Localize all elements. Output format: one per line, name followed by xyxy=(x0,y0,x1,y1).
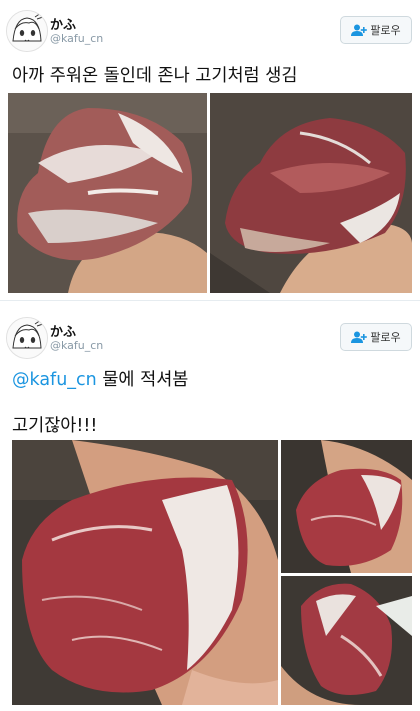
author-handle[interactable]: @kafu_cn xyxy=(50,339,103,352)
add-user-icon xyxy=(351,331,368,343)
author-name[interactable]: かふ xyxy=(50,14,76,33)
rock-photo-2[interactable] xyxy=(210,93,412,293)
follow-button[interactable]: 팔로우 xyxy=(340,16,412,44)
author-handle[interactable]: @kafu_cn xyxy=(50,32,103,45)
tweet-header: かふ @kafu_cn 팔로우 xyxy=(6,317,414,361)
avatar-anime-girl-icon xyxy=(7,11,47,51)
follow-label: 팔로우 xyxy=(370,331,401,344)
tweet-text: 물에 적셔봄 xyxy=(96,370,189,390)
rock-photo-1[interactable] xyxy=(8,93,207,293)
tweet-1: かふ @kafu_cn 팔로우 아까 주워온 돌인데 존나 고기처럼 생김 xyxy=(0,0,420,300)
mention-link[interactable]: @kafu_cn xyxy=(12,370,97,390)
tweet-text-line1: @kafu_cn 물에 적셔봄 xyxy=(12,366,188,391)
follow-button[interactable]: 팔로우 xyxy=(340,323,412,351)
wet-rock-photo-1[interactable] xyxy=(12,440,278,705)
wet-rock-photo-3[interactable] xyxy=(281,576,412,705)
tweet-text-line2: 고기잖아!!! xyxy=(12,416,98,436)
follow-label: 팔로우 xyxy=(370,24,401,37)
author-name[interactable]: かふ xyxy=(50,321,76,340)
avatar[interactable] xyxy=(6,317,48,359)
tweet-header: かふ @kafu_cn 팔로우 xyxy=(6,10,414,54)
tweet-text: 아까 주워온 돌인데 존나 고기처럼 생김 xyxy=(12,66,298,86)
avatar-anime-girl-icon xyxy=(7,318,47,358)
wet-rock-photo-2[interactable] xyxy=(281,440,412,573)
add-user-icon xyxy=(351,24,368,36)
avatar[interactable] xyxy=(6,10,48,52)
